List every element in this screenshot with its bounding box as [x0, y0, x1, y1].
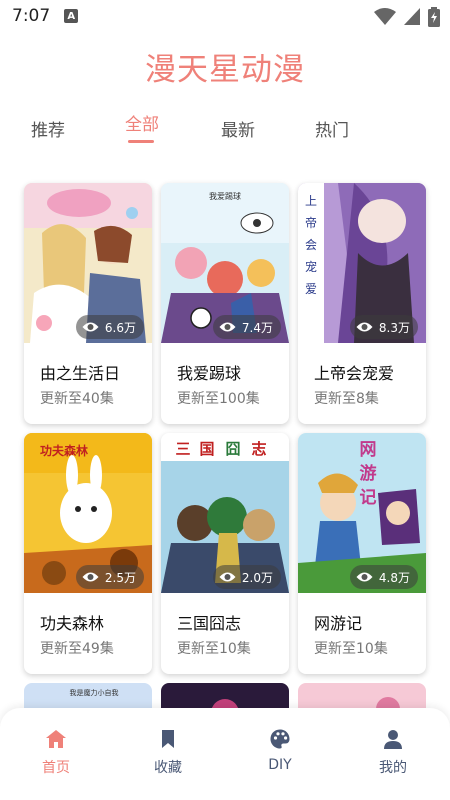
tab-label: 推荐: [31, 121, 65, 141]
eye-icon: [356, 322, 373, 332]
comic-title: 由之生活日: [40, 364, 121, 383]
view-count-badge: 4.8万: [349, 565, 418, 589]
tab-label: 全部: [125, 115, 159, 135]
view-count: 4.8万: [378, 570, 410, 585]
nav-diy[interactable]: DIY: [245, 728, 315, 773]
view-count: 2.5万: [104, 570, 136, 585]
eye-icon: [82, 572, 99, 582]
cover-char: 国: [199, 440, 214, 458]
comic-card[interactable]: 6.6万 由之生活日 更新至40集: [24, 183, 152, 424]
view-count: 6.6万: [104, 320, 136, 335]
eye-icon: [356, 572, 373, 582]
user-icon: [384, 730, 402, 749]
wifi-icon: [374, 8, 396, 25]
signal-icon: [404, 8, 420, 25]
eye-icon: [219, 572, 236, 582]
cover-char: 爱: [305, 282, 317, 296]
comic-card[interactable]: 功夫森林 2.5万 功夫森林 更新至49集: [24, 433, 152, 674]
nav-profile[interactable]: 我的: [358, 728, 428, 777]
comic-update: 更新至40集: [40, 391, 114, 407]
cover-text: 我爱踢球: [209, 191, 241, 201]
cover-char: 记: [360, 488, 377, 508]
comic-card[interactable]: 三 国 囧 志 2.0万 三国囧志 更新至10集: [161, 433, 289, 674]
cover-char: 志: [251, 440, 266, 458]
app-title: 漫天星动漫: [145, 52, 305, 88]
home-icon: [46, 730, 66, 748]
comic-title: 三国囧志: [177, 614, 242, 633]
nav-favorites[interactable]: 收藏: [133, 728, 203, 777]
comic-card[interactable]: 我爱踢球 7.4万 我爱踢球 更新至100集: [161, 183, 289, 424]
comic-card[interactable]: 上 帝 会 宠 爱 8.3万 上帝会宠爱 更新至8集: [298, 183, 426, 424]
cover-title-column: 网 游 记: [360, 440, 377, 508]
view-count-badge: 8.3万: [349, 315, 418, 339]
comic-title: 功夫森林: [40, 614, 105, 633]
view-count-badge: 7.4万: [212, 315, 281, 339]
cover-char: 网: [360, 440, 377, 460]
view-count-badge: 2.5万: [75, 565, 144, 589]
view-count-badge: 6.6万: [75, 315, 144, 339]
cover-text: 我是魔力小自我: [70, 688, 119, 697]
cover-char: 三: [175, 440, 190, 458]
tab-latest[interactable]: 最新: [208, 116, 268, 141]
tab-all[interactable]: 全部: [112, 110, 172, 143]
cover-char: 会: [305, 238, 317, 252]
cover-char: 宠: [305, 259, 317, 274]
nav-home[interactable]: 首页: [21, 728, 91, 777]
cover-char: 帝: [305, 215, 317, 230]
nav-label: DIY: [268, 757, 292, 773]
cover-char: 游: [360, 463, 377, 484]
battery-icon: [428, 7, 440, 27]
tab-hot[interactable]: 热门: [302, 116, 362, 141]
tab-recommend[interactable]: 推荐: [18, 116, 78, 141]
view-count: 8.3万: [378, 320, 410, 335]
cover-text: 功夫森林: [40, 443, 88, 458]
status-time: 7:07: [12, 6, 51, 26]
view-count: 7.4万: [241, 320, 273, 335]
nav-label: 收藏: [154, 760, 182, 776]
view-count-badge: 2.0万: [212, 565, 281, 589]
comic-title: 我爱踢球: [177, 364, 242, 383]
comic-title: 上帝会宠爱: [314, 364, 395, 383]
status-icons: [374, 7, 440, 27]
status-bar: 7:07 A: [0, 0, 450, 32]
category-tabs: 推荐 全部 最新 热门: [0, 115, 450, 152]
bottom-nav: 首页 收藏 DIY 我的: [0, 708, 450, 800]
notification-icon: A: [64, 9, 79, 23]
comic-update: 更新至100集: [177, 391, 260, 407]
cover-char: 上: [305, 194, 317, 208]
comic-update: 更新至49集: [40, 641, 114, 657]
nav-label: 首页: [42, 760, 70, 776]
bookmark-icon: [162, 730, 174, 748]
palette-icon: [270, 729, 290, 749]
view-count: 2.0万: [241, 570, 273, 585]
comic-title: 网游记: [314, 614, 363, 633]
comic-update: 更新至10集: [314, 641, 388, 657]
comic-update: 更新至10集: [177, 641, 251, 657]
comic-update: 更新至8集: [314, 391, 379, 407]
eye-icon: [219, 322, 236, 332]
cover-char: 囧: [225, 440, 240, 458]
tab-label: 热门: [315, 121, 349, 141]
tab-label: 最新: [221, 121, 255, 141]
nav-label: 我的: [379, 760, 407, 776]
tab-active-indicator: [128, 140, 154, 143]
eye-icon: [82, 322, 99, 332]
comic-card[interactable]: 网 游 记 4.8万 网游记 更新至10集: [298, 433, 426, 674]
